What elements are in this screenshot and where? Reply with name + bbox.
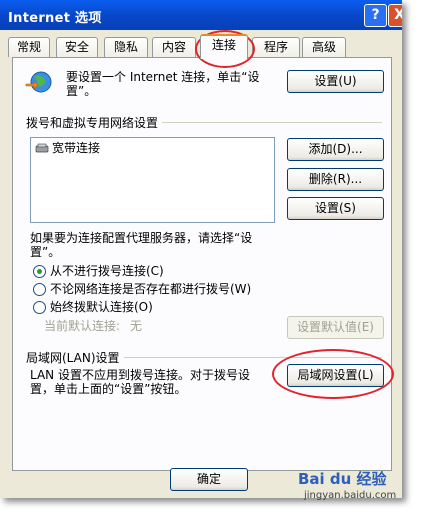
help-button[interactable]: ? — [364, 4, 387, 27]
tab-strip: 常规 安全 隐私 内容 连接 程序 高级 — [4, 34, 400, 59]
lan-note: LAN 设置不应用到拨号连接。对于拨号设置，单击上面的“设置”按钮。 — [30, 368, 250, 396]
screenshot-frame: Internet 选项 ? X 常规 安全 隐私 内容 连接 程序 高级 要设置… — [0, 0, 402, 498]
tab-connections[interactable]: 连接 — [200, 34, 248, 59]
tab-content[interactable]: 内容 — [152, 37, 196, 57]
radio-dial-when-no-network[interactable] — [33, 283, 46, 296]
add-button[interactable]: 添加(D)... — [287, 138, 384, 161]
watermark-brand: Bai du 经验 — [298, 470, 387, 488]
radio-dial-when-no-network-label[interactable]: 不论网络连接是否存在都进行拨号(W) — [50, 282, 251, 296]
set-default-button[interactable]: 设置默认值(E) — [287, 316, 384, 339]
globe-icon — [25, 71, 52, 93]
connection-name: 宽带连接 — [52, 141, 101, 155]
connection-list[interactable]: 宽带连接 — [30, 137, 275, 223]
radio-always-dial-default[interactable] — [33, 301, 46, 314]
ok-button[interactable]: 确定 — [170, 468, 248, 491]
radio-never-dial[interactable] — [33, 265, 46, 278]
tab-privacy[interactable]: 隐私 — [104, 37, 148, 57]
intro-text: 要设置一个 Internet 连接，单击“设置”。 — [66, 70, 260, 98]
title-bar: Internet 选项 ? X — [0, 0, 402, 30]
watermark-url: jingyan.baidu.com — [304, 490, 397, 501]
radio-never-dial-label[interactable]: 从不进行拨号连接(C) — [50, 264, 164, 278]
proxy-note: 如果要为连接配置代理服务器，请选择“设置”。 — [30, 231, 253, 259]
close-button[interactable]: X — [388, 4, 402, 27]
remove-button[interactable]: 删除(R)... — [287, 168, 384, 191]
connection-icon — [35, 143, 49, 153]
radio-always-dial-default-label[interactable]: 始终拨默认连接(O) — [50, 300, 153, 314]
tab-general[interactable]: 常规 — [8, 37, 50, 57]
tab-security[interactable]: 安全 — [56, 37, 98, 57]
current-default-value: 无 — [130, 319, 143, 333]
annotation-oval-lan — [272, 349, 394, 399]
dialup-settings-button[interactable]: 设置(S) — [287, 197, 384, 220]
dialup-group-label: 拨号和虚拟专用网络设置 — [26, 114, 163, 131]
tab-advanced[interactable]: 高级 — [302, 37, 346, 57]
tab-programs[interactable]: 程序 — [252, 37, 300, 57]
watermark: Bai du 经验 jingyan.baidu.com — [298, 464, 408, 508]
window-title: Internet 选项 — [8, 11, 102, 26]
setup-button[interactable]: 设置(U) — [287, 70, 384, 93]
current-default-label: 当前默认连接: — [44, 319, 121, 333]
list-item[interactable]: 宽带连接 — [35, 141, 100, 155]
lan-group-label: 局域网(LAN)设置 — [26, 349, 124, 366]
